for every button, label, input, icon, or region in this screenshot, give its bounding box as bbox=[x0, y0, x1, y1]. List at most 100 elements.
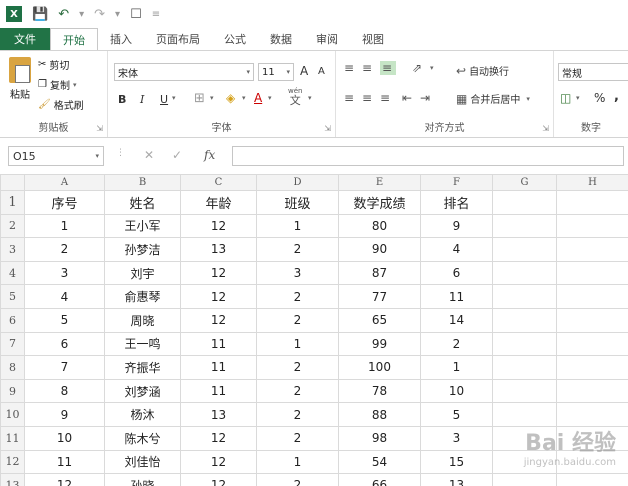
enter-icon[interactable]: ✓ bbox=[172, 148, 182, 162]
tab-home[interactable]: 开始 bbox=[50, 28, 98, 50]
row-header[interactable]: 12 bbox=[0, 449, 25, 475]
cell[interactable]: 2 bbox=[24, 237, 105, 262]
cell[interactable]: 年龄 bbox=[180, 190, 257, 215]
cell[interactable]: 陈木兮 bbox=[104, 425, 181, 451]
cell[interactable]: 12 bbox=[180, 213, 257, 239]
cell[interactable]: 2 bbox=[256, 355, 339, 380]
align-top-icon[interactable]: ≡ bbox=[344, 61, 356, 75]
fill-color-dropdown-icon[interactable]: ▾ bbox=[242, 94, 246, 102]
cell[interactable]: 88 bbox=[338, 402, 421, 427]
orientation-dropdown-icon[interactable]: ▾ bbox=[430, 64, 434, 72]
dialog-launcher-icon[interactable]: ⇲ bbox=[96, 124, 103, 133]
cell[interactable]: 66 bbox=[338, 473, 421, 486]
cell[interactable]: 12 bbox=[180, 449, 257, 475]
decrease-indent-icon[interactable]: ⇤ bbox=[402, 91, 414, 105]
cell[interactable]: 刘梦涵 bbox=[104, 378, 181, 404]
align-bottom-icon[interactable]: ≡ bbox=[380, 61, 397, 75]
cell[interactable] bbox=[492, 402, 557, 427]
tab-review[interactable]: 审阅 bbox=[304, 28, 350, 50]
row-header[interactable]: 2 bbox=[0, 213, 25, 239]
column-header-c[interactable]: C bbox=[180, 174, 257, 191]
column-header-e[interactable]: E bbox=[338, 174, 421, 191]
cell[interactable]: 54 bbox=[338, 449, 421, 475]
align-left-icon[interactable]: ≡ bbox=[344, 91, 356, 105]
cell[interactable]: 78 bbox=[338, 378, 421, 404]
row-header[interactable]: 7 bbox=[0, 331, 25, 357]
cell[interactable] bbox=[492, 284, 557, 309]
column-header-a[interactable]: A bbox=[24, 174, 105, 191]
wrap-text-button[interactable]: ↩ 自动换行 bbox=[456, 63, 509, 79]
cell[interactable] bbox=[492, 331, 557, 357]
row-header[interactable]: 10 bbox=[0, 402, 25, 427]
number-format-select[interactable]: 常规 bbox=[558, 63, 628, 81]
cell[interactable]: 13 bbox=[420, 473, 493, 486]
cell[interactable] bbox=[556, 260, 628, 286]
cell[interactable]: 2 bbox=[256, 237, 339, 262]
cell[interactable]: 80 bbox=[338, 213, 421, 239]
border-dropdown-icon[interactable]: ▾ bbox=[210, 94, 214, 102]
cell[interactable] bbox=[556, 473, 628, 486]
cell[interactable]: 11 bbox=[180, 355, 257, 380]
cell[interactable]: 3 bbox=[420, 425, 493, 451]
redo-icon[interactable]: ↷ bbox=[94, 8, 105, 21]
cell[interactable]: 98 bbox=[338, 425, 421, 451]
cell[interactable] bbox=[492, 378, 557, 404]
cell[interactable]: 11 bbox=[180, 378, 257, 404]
column-header-b[interactable]: B bbox=[104, 174, 181, 191]
cell[interactable]: 9 bbox=[420, 213, 493, 239]
customize-qat-icon[interactable]: ≡ bbox=[152, 9, 160, 20]
cell[interactable]: 2 bbox=[256, 378, 339, 404]
cell[interactable]: 10 bbox=[420, 378, 493, 404]
cell[interactable]: 周晓 bbox=[104, 307, 181, 333]
cell[interactable]: 刘佳怡 bbox=[104, 449, 181, 475]
cell[interactable]: 4 bbox=[24, 284, 105, 309]
select-all-corner[interactable] bbox=[0, 174, 25, 191]
dialog-launcher-icon[interactable]: ⇲ bbox=[324, 124, 331, 133]
cell[interactable]: 12 bbox=[180, 425, 257, 451]
row-header[interactable]: 8 bbox=[0, 355, 25, 380]
align-right-icon[interactable]: ≡ bbox=[380, 91, 392, 105]
cell[interactable] bbox=[492, 473, 557, 486]
formula-input[interactable] bbox=[232, 146, 624, 166]
tab-insert[interactable]: 插入 bbox=[98, 28, 144, 50]
orientation-icon[interactable]: ⇗ bbox=[412, 61, 424, 75]
column-header-f[interactable]: F bbox=[420, 174, 493, 191]
cell[interactable] bbox=[556, 307, 628, 333]
fill-color-icon[interactable]: ◈ bbox=[226, 91, 235, 105]
tab-page-layout[interactable]: 页面布局 bbox=[144, 28, 212, 50]
tab-data[interactable]: 数据 bbox=[258, 28, 304, 50]
cell[interactable] bbox=[492, 190, 557, 215]
column-header-d[interactable]: D bbox=[256, 174, 339, 191]
cell[interactable] bbox=[556, 378, 628, 404]
cell[interactable]: 12 bbox=[24, 473, 105, 486]
cell[interactable]: 孙梦洁 bbox=[104, 237, 181, 262]
cell[interactable]: 11 bbox=[24, 449, 105, 475]
cell[interactable]: 12 bbox=[180, 260, 257, 286]
row-header[interactable]: 11 bbox=[0, 425, 25, 451]
increase-indent-icon[interactable]: ⇥ bbox=[420, 91, 432, 105]
cell[interactable]: 65 bbox=[338, 307, 421, 333]
bold-button[interactable]: B bbox=[118, 93, 126, 106]
cell[interactable]: 14 bbox=[420, 307, 493, 333]
tab-formulas[interactable]: 公式 bbox=[212, 28, 258, 50]
cell[interactable]: 2 bbox=[256, 473, 339, 486]
copy-button[interactable]: ❐ 复制 ▾ bbox=[38, 77, 76, 92]
align-center-icon[interactable]: ≡ bbox=[362, 91, 374, 105]
cell[interactable] bbox=[556, 355, 628, 380]
cell[interactable]: 2 bbox=[256, 425, 339, 451]
cell[interactable] bbox=[556, 284, 628, 309]
cell[interactable] bbox=[492, 260, 557, 286]
cell[interactable]: 9 bbox=[24, 402, 105, 427]
insert-function-icon[interactable]: fx bbox=[204, 148, 215, 162]
cell[interactable]: 15 bbox=[420, 449, 493, 475]
cell[interactable]: 10 bbox=[24, 425, 105, 451]
shrink-font-button[interactable]: A bbox=[318, 66, 325, 77]
cell[interactable]: 100 bbox=[338, 355, 421, 380]
save-icon[interactable]: 💾 bbox=[32, 8, 48, 21]
name-box[interactable]: O15 ▾ bbox=[8, 146, 104, 166]
column-header-g[interactable]: G bbox=[492, 174, 557, 191]
cell[interactable]: 刘宇 bbox=[104, 260, 181, 286]
cell[interactable]: 2 bbox=[420, 331, 493, 357]
undo-dropdown-icon[interactable]: ▾ bbox=[79, 9, 84, 20]
cell[interactable]: 序号 bbox=[24, 190, 105, 215]
